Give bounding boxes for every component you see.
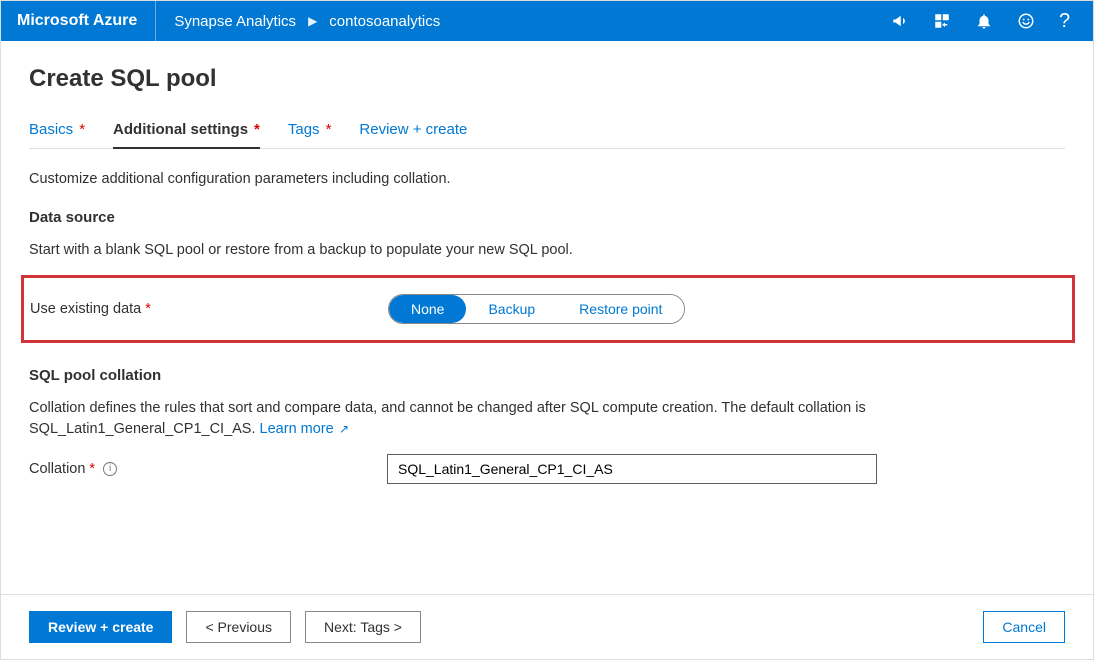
breadcrumb-item-workspace[interactable]: contosoanalytics <box>329 13 440 30</box>
breadcrumb: Synapse Analytics ▶ contosoanalytics <box>156 13 440 30</box>
required-indicator: * <box>145 301 151 317</box>
tab-tags[interactable]: Tags * <box>288 121 332 148</box>
pill-option-backup[interactable]: Backup <box>466 295 557 323</box>
required-indicator: * <box>326 121 332 138</box>
field-label-use-existing-data: Use existing data * <box>30 301 388 317</box>
link-text: Learn more <box>260 421 334 437</box>
directory-switch-icon[interactable] <box>933 12 951 30</box>
cancel-button[interactable]: Cancel <box>983 611 1065 643</box>
label-text: Collation <box>29 461 85 477</box>
external-link-icon: ↗ <box>336 422 349 436</box>
required-indicator: * <box>254 121 260 138</box>
collation-desc-text: Collation defines the rules that sort an… <box>29 400 866 437</box>
topbar-actions: ? <box>891 12 1077 30</box>
required-indicator: * <box>89 461 95 477</box>
topbar: Microsoft Azure Synapse Analytics ▶ cont… <box>1 1 1093 41</box>
tab-basics[interactable]: Basics * <box>29 121 85 148</box>
notifications-icon[interactable] <box>975 12 993 30</box>
learn-more-link[interactable]: Learn more ↗ <box>260 421 350 437</box>
pill-option-restore-point[interactable]: Restore point <box>557 295 684 323</box>
main-content: Create SQL pool Basics * Additional sett… <box>1 41 1093 659</box>
collation-input[interactable] <box>387 454 877 484</box>
label-text: Use existing data <box>30 301 141 317</box>
tab-label: Review + create <box>359 121 467 138</box>
brand[interactable]: Microsoft Azure <box>17 1 156 41</box>
required-indicator: * <box>79 121 85 138</box>
tab-label: Basics <box>29 121 73 138</box>
field-label-collation: Collation * i <box>29 461 387 477</box>
tabs: Basics * Additional settings * Tags * Re… <box>29 121 1065 149</box>
breadcrumb-item-synapse[interactable]: Synapse Analytics <box>174 13 296 30</box>
page-title: Create SQL pool <box>29 65 1065 93</box>
pill-option-none[interactable]: None <box>389 295 466 323</box>
tab-review-create[interactable]: Review + create <box>359 121 467 148</box>
pill-group-use-existing-data: None Backup Restore point <box>388 294 685 324</box>
breadcrumb-separator-icon: ▶ <box>308 14 317 28</box>
tab-label: Additional settings <box>113 121 248 138</box>
next-button[interactable]: Next: Tags > <box>305 611 421 643</box>
announcement-icon[interactable] <box>891 12 909 30</box>
section-desc-collation: Collation defines the rules that sort an… <box>29 398 1065 440</box>
info-icon[interactable]: i <box>103 462 117 476</box>
section-title-collation: SQL pool collation <box>29 367 1065 384</box>
previous-button[interactable]: < Previous <box>186 611 291 643</box>
review-create-button[interactable]: Review + create <box>29 611 172 643</box>
footer-actions: Review + create < Previous Next: Tags > … <box>1 594 1093 659</box>
intro-text: Customize additional configuration param… <box>29 171 1065 187</box>
tab-additional-settings[interactable]: Additional settings * <box>113 121 260 148</box>
section-title-data-source: Data source <box>29 209 1065 226</box>
tab-label: Tags <box>288 121 320 138</box>
section-desc-data-source: Start with a blank SQL pool or restore f… <box>29 240 1065 261</box>
help-icon[interactable]: ? <box>1059 12 1077 30</box>
highlighted-field-use-existing-data: Use existing data * None Backup Restore … <box>21 275 1075 343</box>
feedback-icon[interactable] <box>1017 12 1035 30</box>
